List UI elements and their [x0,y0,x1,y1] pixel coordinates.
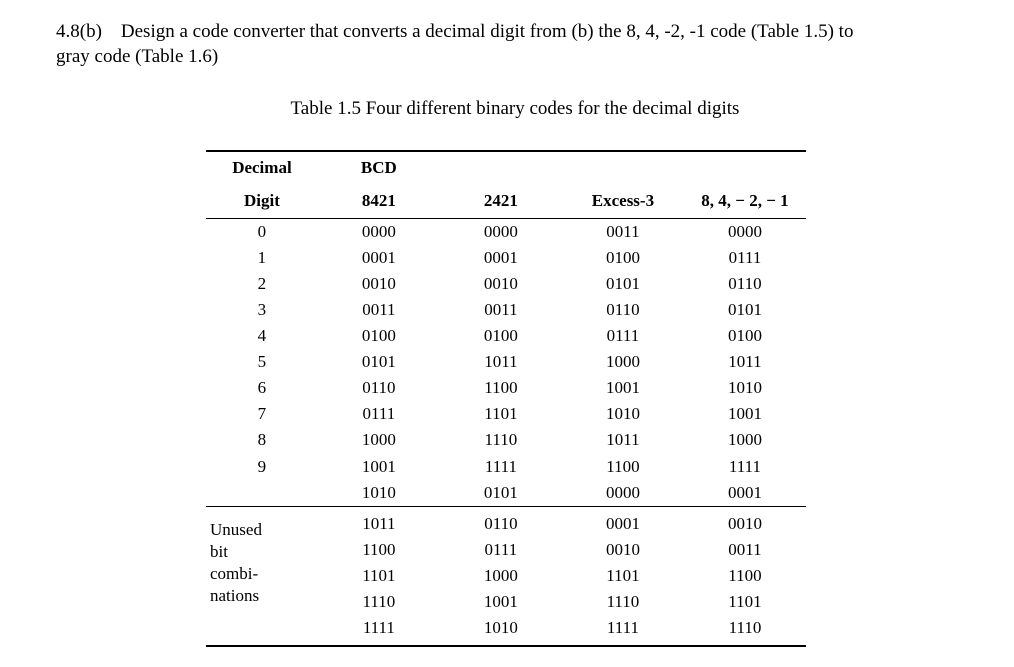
problem-text-line1: Design a code converter that converts a … [121,21,854,42]
table-row-unused: 1010 0101 0000 0001 [206,480,806,507]
header-84m2m1: 8, 4, − 2, − 1 [684,184,806,219]
cell-84m2m1: 0000 [684,218,806,245]
table-caption: Table 1.5 Four different binary codes fo… [56,97,974,122]
cell-2421: 0000 [440,218,562,245]
table-row: 9 1001 1111 1100 1111 [206,454,806,480]
problem-text-line2: gray code (Table 1.6) [56,46,218,67]
table-row-unused: 1111 1010 1111 1110 [206,615,806,646]
problem-number: 4.8(b) [56,21,102,42]
header-row-2: Digit 8421 2421 Excess-3 8, 4, − 2, − 1 [206,184,806,219]
header-bcd-2: 8421 [318,184,440,219]
table-row: 4 0100 0100 0111 0100 [206,323,806,349]
table-wrap: Decimal BCD Digit 8421 2421 Excess-3 8, … [206,150,806,647]
header-row-1: Decimal BCD [206,151,806,184]
codes-table: Decimal BCD Digit 8421 2421 Excess-3 8, … [206,150,806,647]
table-row: 7 0111 1101 1010 1001 [206,401,806,427]
header-decimal-2: Digit [206,184,318,219]
table-row: 0 0000 0000 0011 0000 [206,218,806,245]
header-decimal-1: Decimal [206,151,318,184]
table-row: 5 0101 1011 1000 1011 [206,349,806,375]
table-row: 1 0001 0001 0100 0111 [206,245,806,271]
table-row-unused: Unused bit combi- nations 1011 0110 0001… [206,506,806,537]
header-excess3: Excess-3 [562,184,684,219]
page: 4.8(b) Design a code converter that conv… [0,0,1014,667]
table-row: 6 0110 1100 1001 1010 [206,375,806,401]
table-body-valid: 0 0000 0000 0011 0000 1 0001 0001 0100 0… [206,218,806,646]
cell-bcd: 0000 [318,218,440,245]
table-row: 2 0010 0010 0101 0110 [206,271,806,297]
table-row: 3 0011 0011 0110 0101 [206,297,806,323]
cell-digit: 0 [206,218,318,245]
cell-ex3: 0011 [562,218,684,245]
header-bcd-1: BCD [318,151,440,184]
table-row: 8 1000 1110 1011 1000 [206,427,806,453]
unused-label: Unused bit combi- nations [206,506,318,615]
problem-statement: 4.8(b) Design a code converter that conv… [56,20,974,69]
header-2421: 2421 [440,184,562,219]
